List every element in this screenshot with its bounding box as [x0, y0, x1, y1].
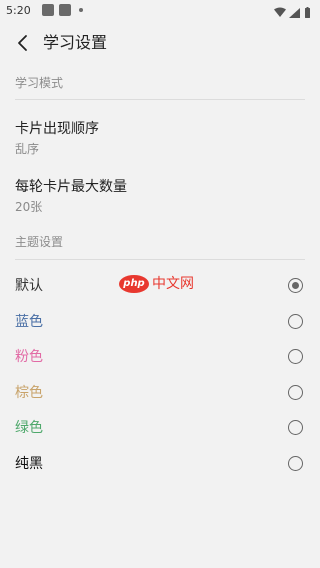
theme-option-brown[interactable]: 棕色: [0, 376, 320, 410]
signal-icon: [289, 8, 300, 18]
theme-label: 默认: [15, 278, 43, 294]
setting-card-order[interactable]: 卡片出现顺序 乱序: [0, 119, 320, 167]
more-notifications-dot-icon: [79, 8, 83, 12]
theme-option-pink[interactable]: 粉色: [0, 340, 320, 374]
theme-label: 绿色: [15, 420, 43, 436]
notification-icon: [42, 4, 54, 16]
watermark-badge: php: [119, 275, 149, 293]
theme-option-green[interactable]: 绿色: [0, 411, 320, 445]
setting-value: 乱序: [15, 142, 40, 156]
radio-button[interactable]: [288, 314, 303, 329]
status-icons: [274, 4, 314, 18]
theme-label: 纯黑: [15, 456, 43, 472]
radio-button[interactable]: [288, 420, 303, 435]
radio-selected-dot: [292, 282, 299, 289]
page-title: 学习设置: [43, 33, 108, 52]
section-header-study-mode: 学习模式: [15, 76, 64, 90]
back-button[interactable]: [10, 30, 36, 56]
watermark-text: 中文网: [152, 276, 194, 292]
theme-option-black[interactable]: 纯黑: [0, 447, 320, 481]
radio-button[interactable]: [288, 385, 303, 400]
notification-icon: [59, 4, 71, 16]
theme-label: 蓝色: [15, 314, 43, 330]
app-bar: 学习设置: [0, 22, 320, 66]
status-bar: 5:20: [0, 0, 320, 22]
setting-title: 卡片出现顺序: [15, 121, 99, 137]
divider: [15, 259, 305, 260]
setting-title: 每轮卡片最大数量: [15, 179, 127, 195]
chevron-left-icon: [18, 35, 27, 51]
divider: [15, 99, 305, 100]
theme-label: 粉色: [15, 349, 43, 365]
radio-button[interactable]: [288, 278, 303, 293]
battery-icon: [305, 7, 310, 18]
watermark-logo: php 中文网: [119, 273, 194, 295]
setting-value: 20张: [15, 200, 43, 214]
radio-button[interactable]: [288, 349, 303, 364]
wifi-icon: [274, 7, 286, 17]
status-time: 5:20: [6, 4, 31, 17]
setting-max-cards[interactable]: 每轮卡片最大数量 20张: [0, 177, 320, 225]
theme-label: 棕色: [15, 385, 43, 401]
section-header-theme: 主题设置: [15, 235, 64, 249]
radio-button[interactable]: [288, 456, 303, 471]
theme-option-blue[interactable]: 蓝色: [0, 305, 320, 339]
